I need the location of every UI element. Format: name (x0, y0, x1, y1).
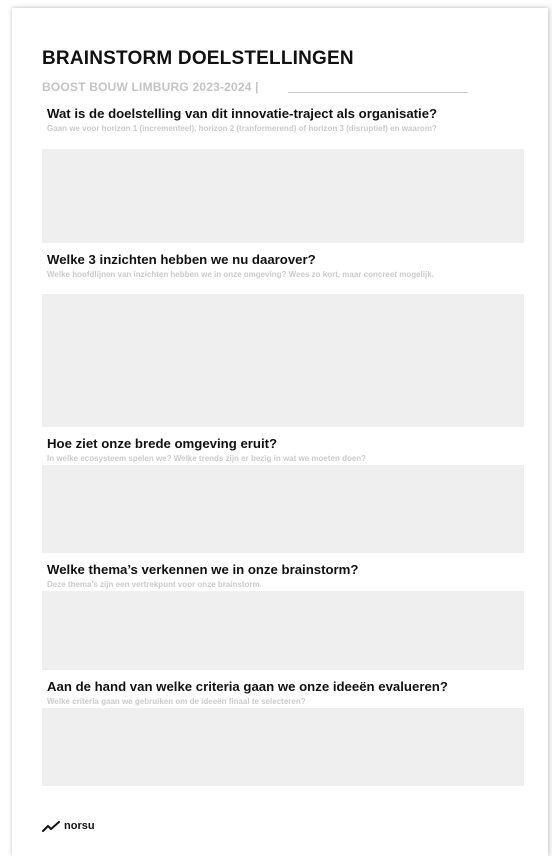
trend-line-icon (42, 820, 60, 832)
section-hint: In welke ecosysteem spelen we? Welke tre… (47, 454, 367, 463)
section-insights: Welke 3 inzichten hebben we nu daarover?… (47, 252, 527, 280)
section-hint: Gaan we voor horizon 1 (incrementeel), h… (47, 124, 437, 133)
section-themes: Welke thema’s verkennen we in onze brain… (47, 562, 527, 590)
section-question: Welke thema’s verkennen we in onze brain… (47, 562, 359, 577)
worksheet-page: BRAINSTORM DOELSTELLINGEN BOOST BOUW LIM… (12, 8, 548, 856)
section-question: Welke 3 inzichten hebben we nu daarover? (47, 252, 316, 267)
page-title: BRAINSTORM DOELSTELLINGEN (42, 48, 354, 69)
answer-box-criteria[interactable] (42, 708, 524, 786)
answer-box-goal[interactable] (42, 149, 524, 243)
subtitle-underline (288, 92, 468, 93)
section-question: Hoe ziet onze brede omgeving eruit? (47, 436, 278, 451)
answer-box-environment[interactable] (42, 465, 524, 553)
section-criteria: Aan de hand van welke criteria gaan we o… (47, 679, 527, 707)
section-hint: Welke hoofdlijnen van inzichten hebben w… (47, 270, 434, 279)
page-subtitle: BOOST BOUW LIMBURG 2023-2024 | (42, 80, 259, 94)
section-hint: Welke criteria gaan we gebruiken om de i… (47, 697, 306, 706)
section-question: Aan de hand van welke criteria gaan we o… (47, 679, 448, 694)
answer-box-themes[interactable] (42, 591, 524, 670)
section-environment: Hoe ziet onze brede omgeving eruit? In w… (47, 436, 527, 464)
section-question: Wat is de doelstelling van dit innovatie… (47, 106, 438, 121)
answer-box-insights[interactable] (42, 294, 524, 427)
norsu-logo: norsu (42, 820, 95, 832)
section-goal: Wat is de doelstelling van dit innovatie… (47, 106, 527, 134)
logo-text: norsu (64, 820, 95, 832)
section-hint: Deze thema’s zijn een vertrekpunt voor o… (47, 580, 262, 589)
